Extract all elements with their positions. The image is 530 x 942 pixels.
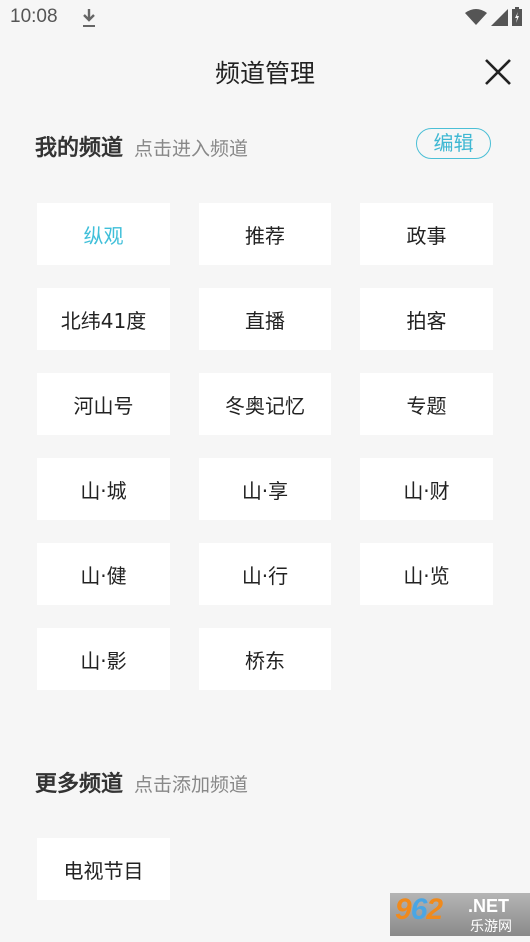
wifi-icon [465,9,487,25]
page-title: 频道管理 [214,59,315,88]
more-channels-hint: 点击添加频道 [134,774,249,796]
more-channels-title: 更多频道 [35,772,124,797]
edit-button[interactable]: 编辑 [416,128,491,159]
channel-tile[interactable]: 桥东 [199,628,331,690]
status-bar: 10:08 [0,0,530,36]
channel-tile[interactable]: 冬奥记忆 [199,373,331,435]
channel-tile[interactable]: 直播 [199,288,331,350]
status-icons [465,7,522,26]
watermark-net: .NET [468,896,510,916]
channel-tile[interactable]: 拍客 [360,288,493,350]
download-icon [83,9,95,27]
signal-icon [491,9,508,26]
channel-tile[interactable]: 纵观 [37,203,170,265]
channel-tile[interactable]: 河山号 [37,373,170,435]
channel-tile[interactable]: 山·影 [37,628,170,690]
channel-tile[interactable]: 山·行 [199,543,331,605]
watermark-logo: 962 .NET 乐游网 [390,893,530,936]
status-time: 10:08 [10,6,58,27]
title-bar: 频道管理 [0,36,530,106]
channel-tile[interactable]: 山·城 [37,458,170,520]
channel-tile[interactable]: 山·览 [360,543,493,605]
more-channels-grid: 电视节目 [37,838,493,900]
channel-tile[interactable]: 山·健 [37,543,170,605]
channel-tile[interactable]: 山·财 [360,458,493,520]
battery-charging-icon [512,7,522,26]
channel-tile[interactable]: 政事 [360,203,493,265]
channel-tile[interactable]: 山·享 [199,458,331,520]
watermark-number: 962 [395,893,443,926]
close-icon[interactable] [482,56,514,88]
channel-tile[interactable]: 专题 [360,373,493,435]
channel-tile[interactable]: 电视节目 [37,838,170,900]
more-channels-header: 更多频道 点击添加频道 [35,766,248,798]
my-channels-grid: 纵观 推荐 政事北纬41度 直播 拍客河山号 冬奥记忆 专题山·城 山·享 山·财山·健 山·行山… [37,203,493,690]
my-channels-hint: 点击进入频道 [134,138,249,160]
channel-tile[interactable]: 北纬41度 [37,288,170,350]
watermark-cn: 乐游网 [470,919,512,935]
channel-tile[interactable]: 推荐 [199,203,331,265]
my-channels-header: 我的频道 点击进入频道 [35,130,248,162]
my-channels-title: 我的频道 [35,136,124,161]
